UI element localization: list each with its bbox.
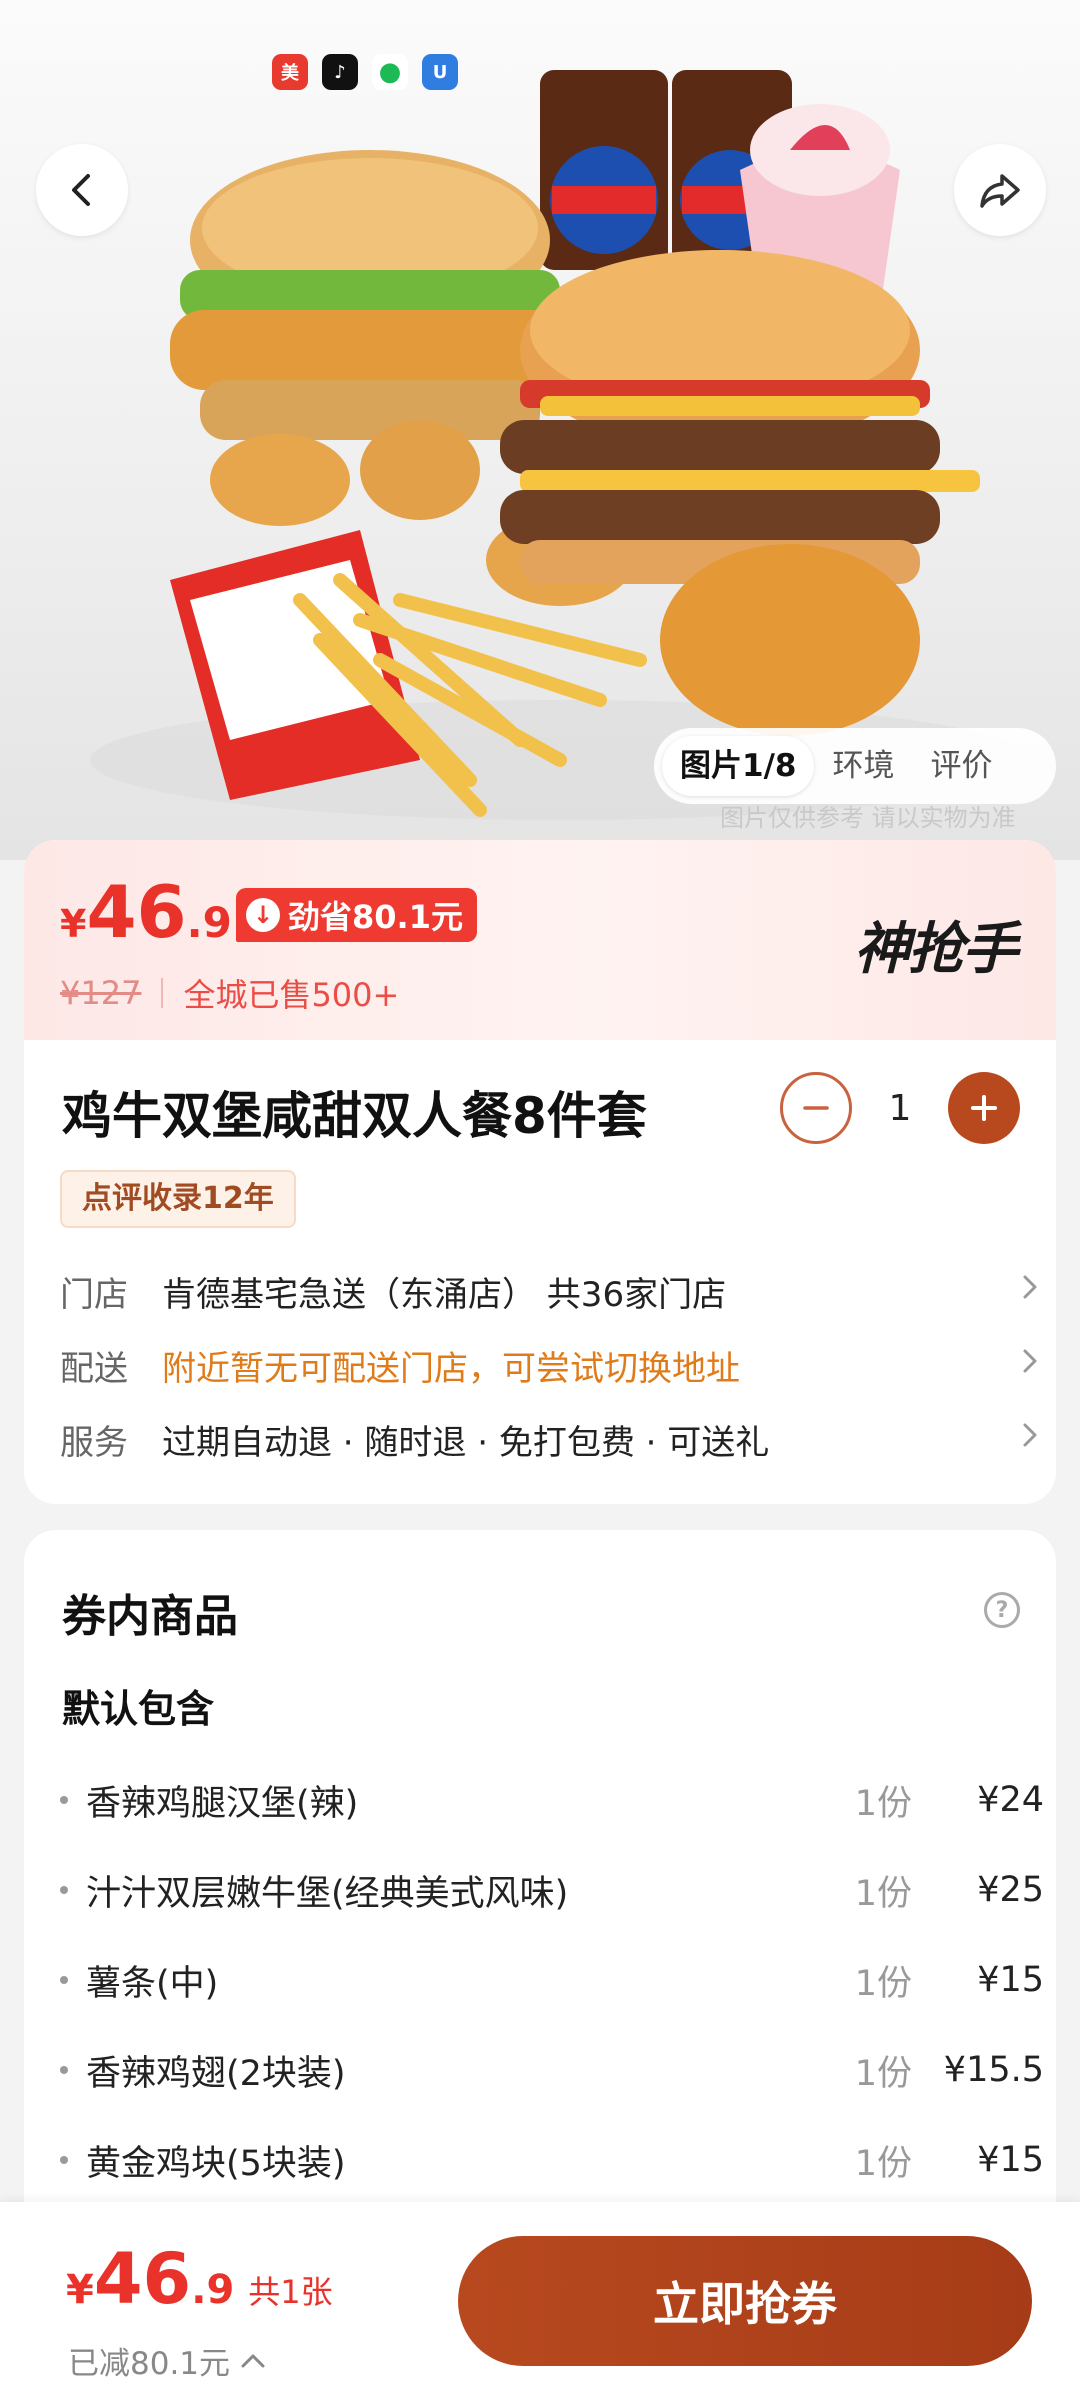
list-item: 薯条(中) 1份 ¥15 xyxy=(60,1952,1044,2008)
current-price: ¥ 46 .9 xyxy=(60,876,232,948)
price-integer: 46 xyxy=(86,870,187,954)
share-button[interactable] xyxy=(954,144,1046,236)
sold-count: 全城已售500+ xyxy=(183,976,400,1014)
store-label: 门店 xyxy=(60,1274,128,1315)
bullet-icon xyxy=(60,2066,68,2074)
spotify-app-icon: ● xyxy=(372,54,408,90)
share-icon xyxy=(980,174,1020,208)
product-image-gallery[interactable]: 美 ♪ ● U 图片1/8 环境 评价 图片仅供参考 请以实物为准 xyxy=(0,0,1080,860)
tab-photos[interactable]: 图片1/8 xyxy=(662,736,815,796)
total-integer: 46 xyxy=(93,2238,192,2320)
savings-badge: ↓ 劲省80.1元 xyxy=(236,888,477,942)
service-row[interactable]: 服务 过期自动退 · 随时退 · 免打包费 · 可送礼 xyxy=(60,1414,1040,1464)
down-arrow-icon: ↓ xyxy=(246,898,280,932)
chevron-right-icon xyxy=(1000,1345,1040,1385)
minus-icon xyxy=(803,1106,829,1110)
item-quantity: 1份 xyxy=(854,1783,912,1824)
item-price: ¥15 xyxy=(977,1960,1044,2000)
plus-icon xyxy=(971,1095,997,1121)
item-name: 黄金鸡块(5块装) xyxy=(86,2143,346,2184)
help-icon[interactable]: ? xyxy=(984,1592,1020,1628)
delivery-value: 附近暂无可配送门店，可尝试切换地址 xyxy=(162,1348,740,1389)
item-quantity: 1份 xyxy=(854,1963,912,2004)
tab-reviews[interactable]: 评价 xyxy=(912,736,1010,796)
product-info-card: ¥ 46 .9 ↓ 劲省80.1元 ¥127 全城已售500+ 神抢手 鸡牛双堡… xyxy=(24,840,1056,1504)
list-item: 香辣鸡翅(2块装) 1份 ¥15.5 xyxy=(60,2042,1044,2098)
chevron-left-icon xyxy=(72,174,90,206)
item-price: ¥25 xyxy=(977,1870,1044,1910)
savings-summary-toggle[interactable]: 已减80.1元 xyxy=(68,2338,268,2383)
delivery-row[interactable]: 配送 附近暂无可配送门店，可尝试切换地址 xyxy=(60,1340,1040,1390)
meituan-app-icon: 美 xyxy=(272,54,308,90)
bullet-icon xyxy=(60,1976,68,1984)
buy-now-button[interactable]: 立即抢券 xyxy=(458,2236,1032,2366)
tiktok-app-icon: ♪ xyxy=(322,54,358,90)
bottom-action-bar: ¥ 46 .9 共1张 已减80.1元 立即抢券 xyxy=(0,2202,1080,2400)
store-row[interactable]: 门店 肯德基宅急送（东涌店） 共36家门店 xyxy=(60,1266,1040,1316)
savings-summary: 已减80.1元 xyxy=(68,2346,231,2382)
price-banner: ¥ 46 .9 ↓ 劲省80.1元 ¥127 全城已售500+ 神抢手 xyxy=(24,840,1056,1040)
savings-text: 劲省80.1元 xyxy=(288,898,463,936)
price-currency: ¥ xyxy=(60,902,87,946)
chevron-up-icon xyxy=(241,2354,265,2367)
bullet-icon xyxy=(60,2156,68,2164)
bullet-icon xyxy=(60,1886,68,1894)
gallery-tab-bar: 图片1/8 环境 评价 xyxy=(654,728,1056,804)
divider xyxy=(161,978,164,1008)
product-detail-page: 美 ♪ ● U 图片1/8 环境 评价 图片仅供参考 请以实物为准 ¥ 46 .… xyxy=(0,0,1080,2400)
chevron-right-icon xyxy=(1000,1271,1040,1311)
quantity-value: 1 xyxy=(888,1087,912,1129)
item-quantity: 1份 xyxy=(854,2053,912,2094)
decrease-quantity-button[interactable] xyxy=(780,1072,852,1144)
list-item: 香辣鸡腿汉堡(辣) 1份 ¥24 xyxy=(60,1772,1044,1828)
store-value: 肯德基宅急送（东涌店） 共36家门店 xyxy=(162,1274,727,1315)
price-decimal: .9 xyxy=(186,898,232,947)
section-title: 券内商品 xyxy=(62,1591,238,1642)
list-item: 黄金鸡块(5块装) 1份 ¥15 xyxy=(60,2132,1044,2188)
section-subtitle: 默认包含 xyxy=(62,1687,215,1731)
quantity-stepper: 1 xyxy=(780,1072,1020,1144)
listing-years-tag: 点评收录12年 xyxy=(60,1170,296,1228)
list-item: 汁汁双层嫩牛堡(经典美式风味) 1份 ¥25 xyxy=(60,1862,1044,1918)
item-price: ¥24 xyxy=(977,1780,1044,1820)
item-name: 薯条(中) xyxy=(86,1963,219,2004)
total-price: ¥ 46 .9 共1张 xyxy=(66,2244,333,2314)
delivery-label: 配送 xyxy=(60,1348,128,1389)
original-price-row: ¥127 全城已售500+ xyxy=(60,970,399,1016)
item-name: 香辣鸡腿汉堡(辣) xyxy=(86,1783,359,1824)
voucher-count: 共1张 xyxy=(248,2273,333,2311)
item-price: ¥15.5 xyxy=(943,2050,1044,2090)
status-bar-apps: 美 ♪ ● U xyxy=(272,54,458,90)
item-quantity: 1份 xyxy=(854,2143,912,2184)
total-decimal: .9 xyxy=(191,2267,235,2313)
product-title: 鸡牛双堡咸甜双人餐8件套 xyxy=(62,1087,647,1145)
brand-logo: 神抢手 xyxy=(854,917,1018,982)
service-value: 过期自动退 · 随时退 · 免打包费 · 可送礼 xyxy=(162,1422,770,1463)
original-price: ¥127 xyxy=(60,974,142,1012)
item-name: 香辣鸡翅(2块装) xyxy=(86,2053,346,2094)
bullet-icon xyxy=(60,1796,68,1804)
total-currency: ¥ xyxy=(66,2267,94,2313)
chevron-right-icon xyxy=(1000,1419,1040,1459)
item-name: 汁汁双层嫩牛堡(经典美式风味) xyxy=(86,1873,569,1914)
item-quantity: 1份 xyxy=(854,1873,912,1914)
service-label: 服务 xyxy=(60,1422,128,1463)
shield-app-icon: U xyxy=(422,54,458,90)
tab-environment[interactable]: 环境 xyxy=(814,736,912,796)
image-disclaimer: 图片仅供参考 请以实物为准 xyxy=(720,804,1016,832)
item-price: ¥15 xyxy=(977,2140,1044,2180)
increase-quantity-button[interactable] xyxy=(948,1072,1020,1144)
back-button[interactable] xyxy=(36,144,128,236)
